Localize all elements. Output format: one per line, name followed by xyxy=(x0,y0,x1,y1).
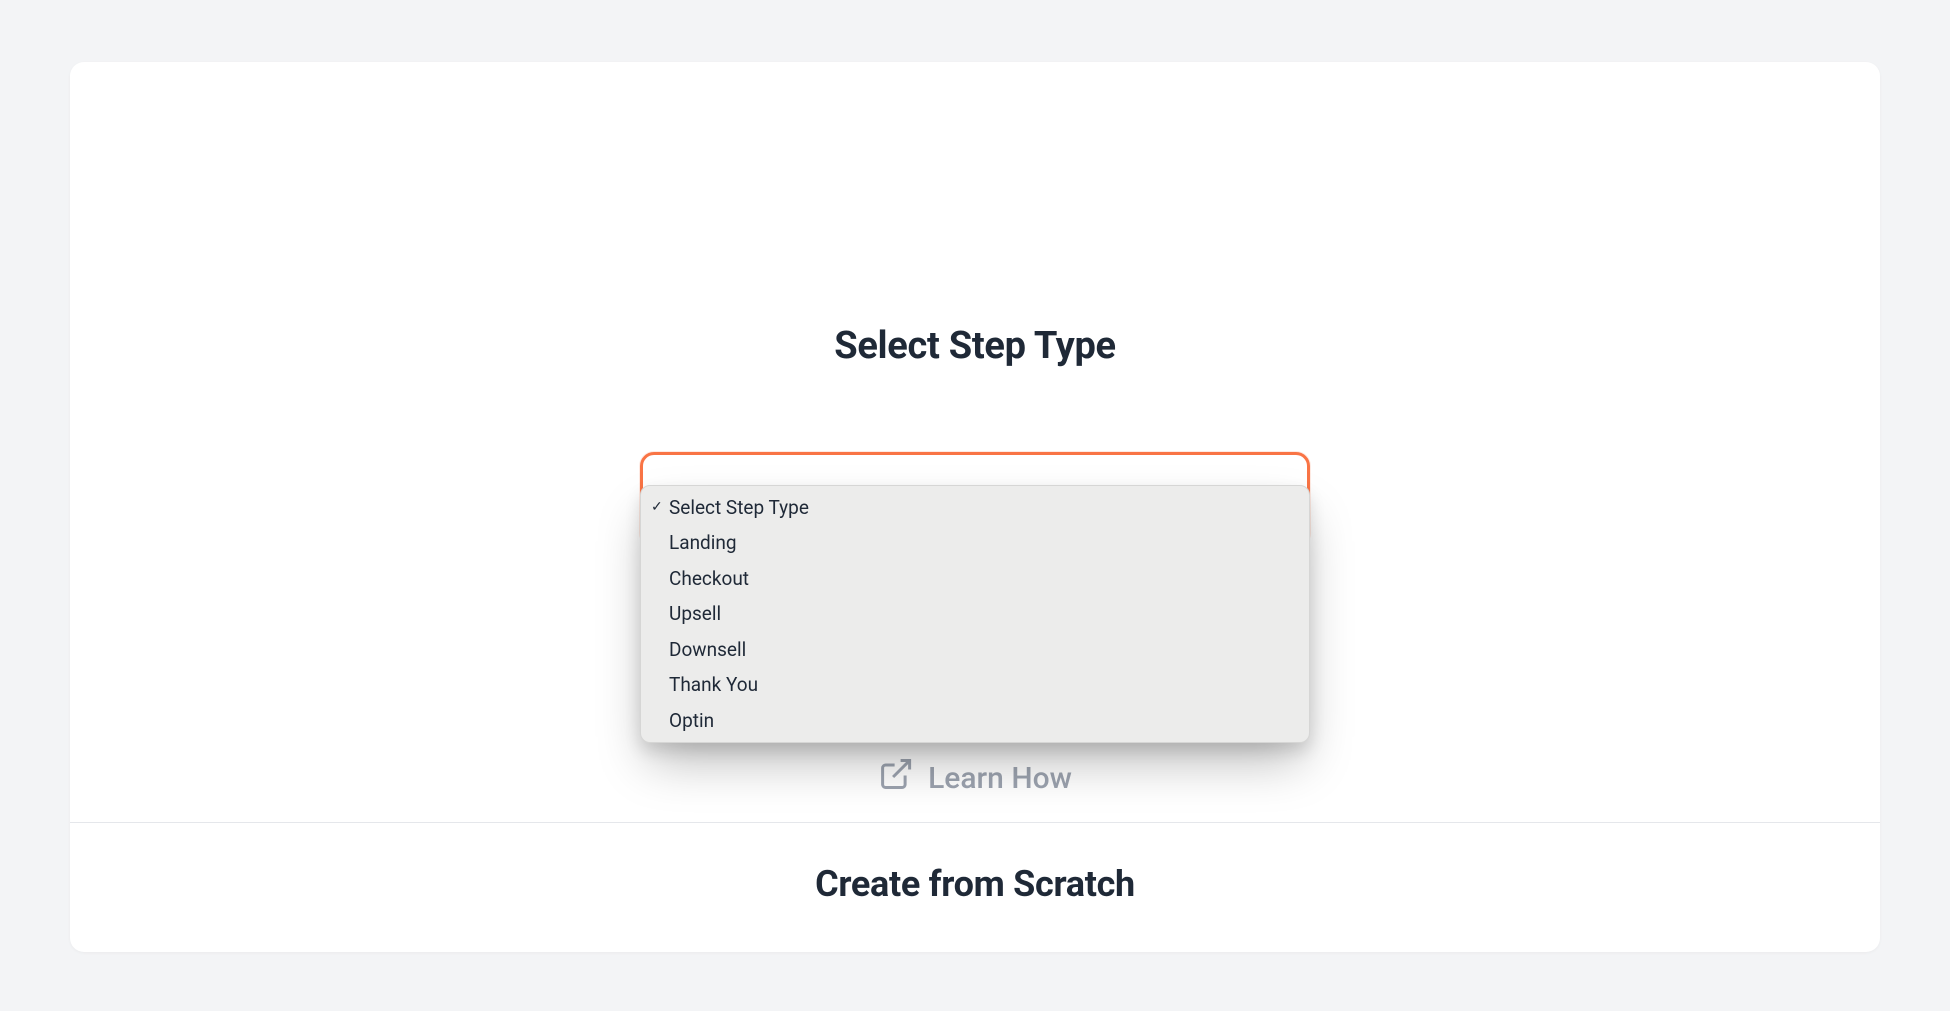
learn-how-link[interactable]: Learn How xyxy=(878,756,1072,800)
select-step-section: Select Step Type ✓ Select Step Type ✓ La… xyxy=(70,62,1880,822)
step-type-dropdown: ✓ Select Step Type ✓ Landing ✓ Checkout … xyxy=(640,485,1310,743)
dropdown-option-upsell[interactable]: ✓ Upsell xyxy=(641,596,1309,631)
create-from-scratch-title: Create from Scratch xyxy=(815,863,1135,905)
dropdown-option-label: Select Step Type xyxy=(669,493,809,522)
dropdown-option-checkout[interactable]: ✓ Checkout xyxy=(641,561,1309,596)
dropdown-option-label: Downsell xyxy=(669,635,746,664)
dropdown-option-label: Checkout xyxy=(669,564,749,593)
dropdown-option-optin[interactable]: ✓ Optin xyxy=(641,703,1309,738)
checkmark-icon: ✓ xyxy=(651,497,667,519)
dropdown-option-landing[interactable]: ✓ Landing xyxy=(641,525,1309,560)
create-from-scratch-section: Create from Scratch xyxy=(70,823,1880,952)
dropdown-option-thank-you[interactable]: ✓ Thank You xyxy=(641,667,1309,702)
learn-how-label: Learn How xyxy=(928,761,1072,796)
dropdown-option-label: Landing xyxy=(669,528,737,557)
dropdown-option-label: Optin xyxy=(669,706,714,735)
page-title: Select Step Type xyxy=(834,324,1116,368)
main-card: Select Step Type ✓ Select Step Type ✓ La… xyxy=(70,62,1880,952)
dropdown-option-label: Upsell xyxy=(669,599,721,628)
dropdown-option-downsell[interactable]: ✓ Downsell xyxy=(641,632,1309,667)
external-link-icon xyxy=(878,756,914,800)
dropdown-option-placeholder[interactable]: ✓ Select Step Type xyxy=(641,490,1309,525)
dropdown-option-label: Thank You xyxy=(669,670,758,699)
